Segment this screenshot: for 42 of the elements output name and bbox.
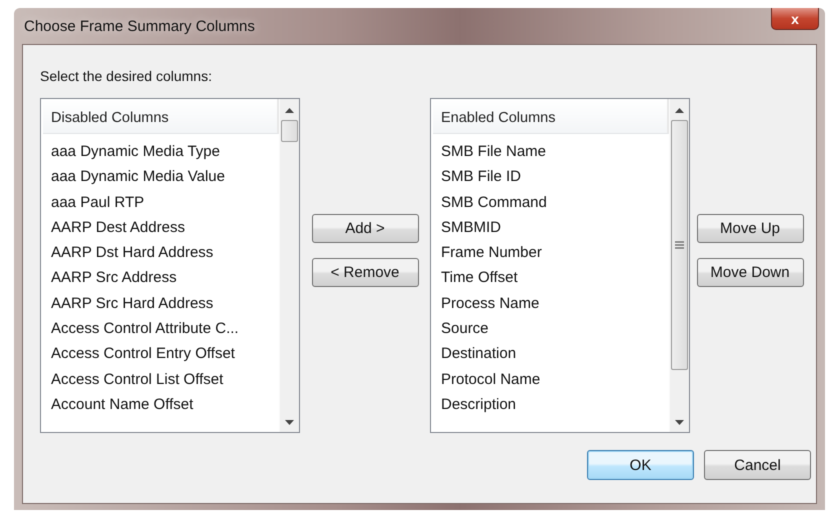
list-item[interactable]: Protocol Name	[433, 366, 669, 392]
scroll-up-icon[interactable]	[675, 108, 684, 113]
transfer-button[interactable]: < Remove	[312, 258, 418, 287]
close-button[interactable]: x	[771, 8, 819, 30]
list-item[interactable]: AARP Src Hard Address	[43, 290, 279, 316]
scroll-down-icon[interactable]	[675, 420, 684, 425]
transfer-button[interactable]: Add >	[312, 214, 418, 243]
scroll-up-icon[interactable]	[285, 108, 294, 113]
scrollbar[interactable]	[279, 99, 299, 432]
scrollbar[interactable]	[669, 99, 689, 432]
list-item[interactable]: Destination	[433, 341, 669, 367]
list-item[interactable]: SMB File Name	[433, 139, 669, 164]
list-item[interactable]: Frame Number	[433, 240, 669, 266]
list-item[interactable]: Time Offset	[433, 265, 669, 291]
list-item[interactable]: Account Name Offset	[43, 392, 279, 418]
list-item[interactable]: SMB File ID	[433, 164, 669, 190]
instruction-text: Select the desired columns:	[40, 68, 213, 84]
list-item[interactable]: Source	[433, 316, 669, 342]
scroll-down-icon[interactable]	[285, 420, 294, 425]
scroll-thumb[interactable]	[281, 120, 298, 142]
list-item[interactable]: Access Control Attribute C...	[43, 316, 279, 342]
window-title: Choose Frame Summary Columns	[23, 18, 255, 34]
list-item[interactable]: AARP Src Address	[43, 265, 279, 291]
dialog-button[interactable]: Cancel	[704, 450, 811, 480]
dialog-button[interactable]: OK	[587, 450, 694, 480]
list-item[interactable]: Description	[433, 392, 669, 418]
list-header: Enabled Columns	[433, 99, 669, 134]
list-item[interactable]: SMBMID	[433, 214, 669, 240]
list-item[interactable]: AARP Dest Address	[43, 214, 279, 240]
list-item[interactable]: Process Name	[433, 290, 669, 316]
list-item[interactable]: SMB Command	[433, 190, 669, 215]
list-item[interactable]: aaa Dynamic Media Value	[43, 164, 279, 190]
order-button[interactable]: Move Up	[696, 214, 804, 243]
list-header: Disabled Columns	[43, 99, 279, 134]
list-item[interactable]: aaa Dynamic Media Type	[43, 139, 279, 164]
list-item[interactable]: Access Control Entry Offset	[43, 341, 279, 367]
list-item[interactable]: AARP Dst Hard Address	[43, 240, 279, 266]
list-item[interactable]: Access Control List Offset	[43, 366, 279, 392]
list-item[interactable]: aaa Paul RTP	[43, 190, 279, 215]
grip-icon	[675, 241, 684, 249]
order-button[interactable]: Move Down	[696, 258, 804, 287]
scroll-thumb[interactable]	[671, 120, 688, 370]
